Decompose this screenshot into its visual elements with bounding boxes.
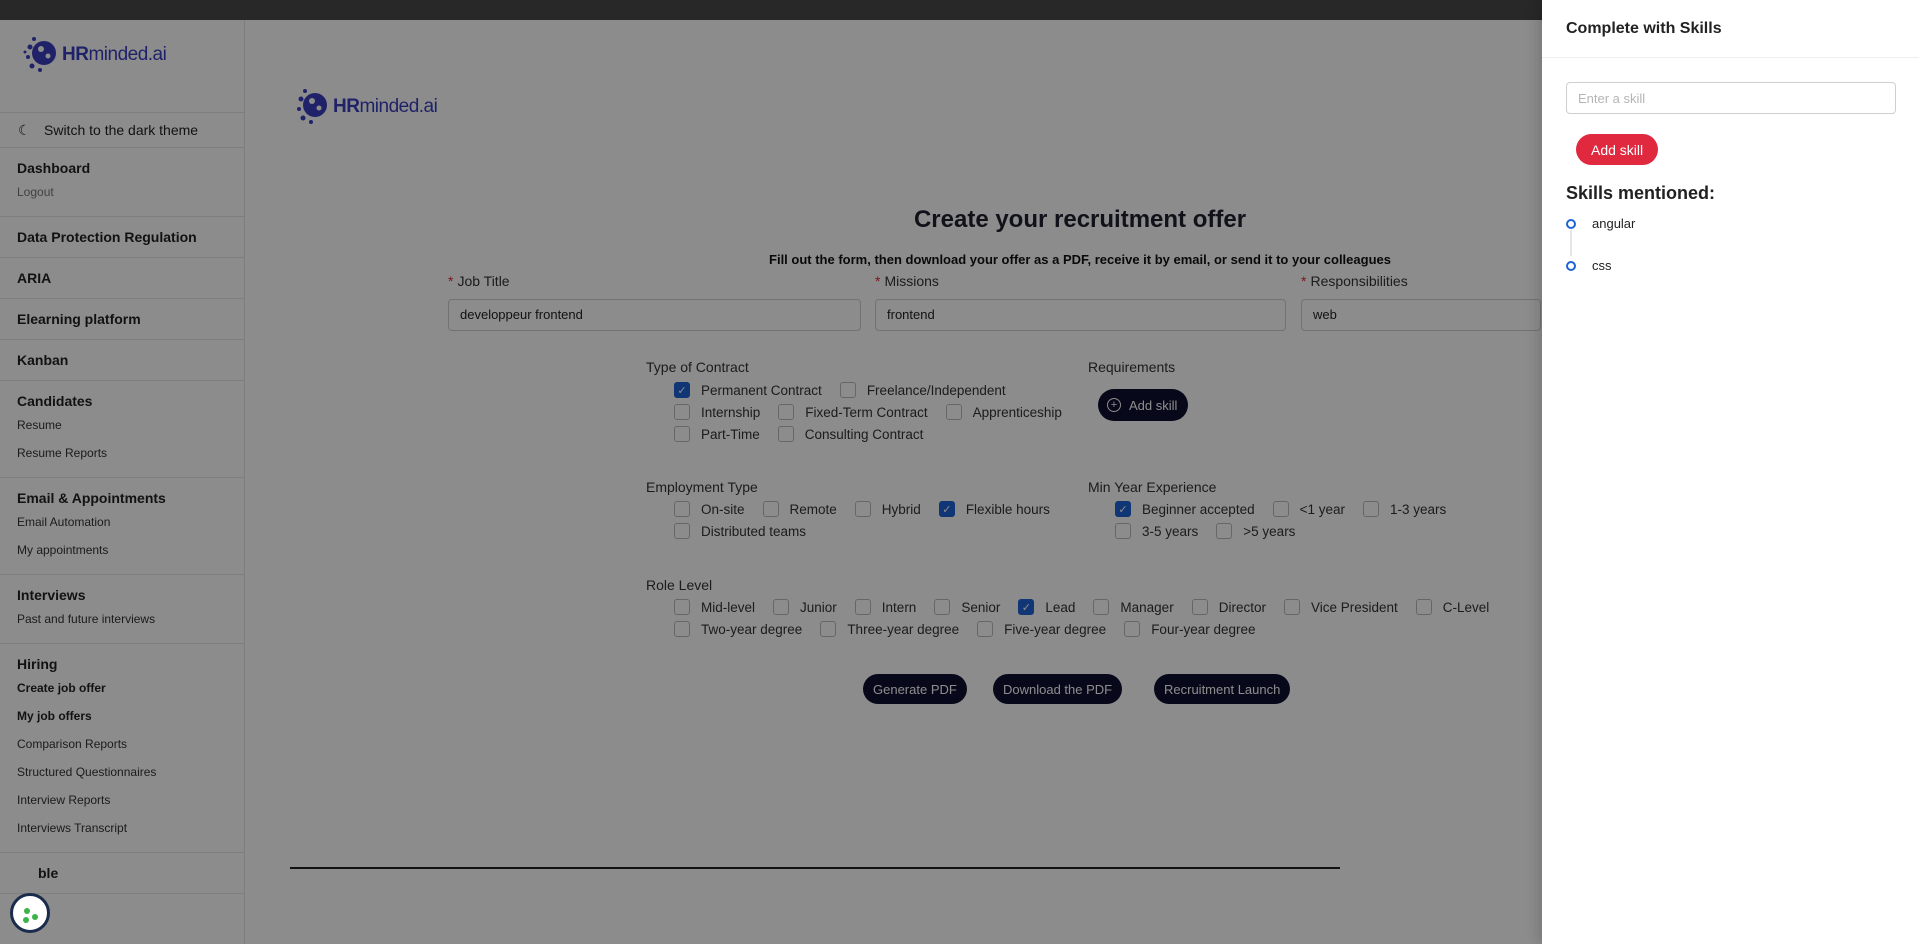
drawer-title: Complete with Skills — [1542, 0, 1919, 58]
skill-label: angular — [1592, 216, 1636, 231]
list-item: css — [1566, 256, 1635, 298]
timeline-dot-icon — [1566, 261, 1576, 271]
timeline-connector — [1570, 230, 1572, 256]
skills-timeline: angular css — [1566, 214, 1635, 298]
skills-mentioned-title: Skills mentioned: — [1566, 183, 1716, 203]
skill-input[interactable] — [1566, 82, 1896, 114]
skills-drawer: Complete with Skills Add skill Skills me… — [1542, 0, 1919, 944]
add-skill-drawer-button[interactable]: Add skill — [1576, 134, 1659, 165]
skill-label: css — [1592, 258, 1612, 273]
timeline-dot-icon — [1566, 219, 1576, 229]
cookie-icon[interactable] — [10, 893, 50, 933]
drawer-backdrop[interactable] — [0, 0, 1542, 944]
list-item: angular — [1566, 214, 1635, 256]
